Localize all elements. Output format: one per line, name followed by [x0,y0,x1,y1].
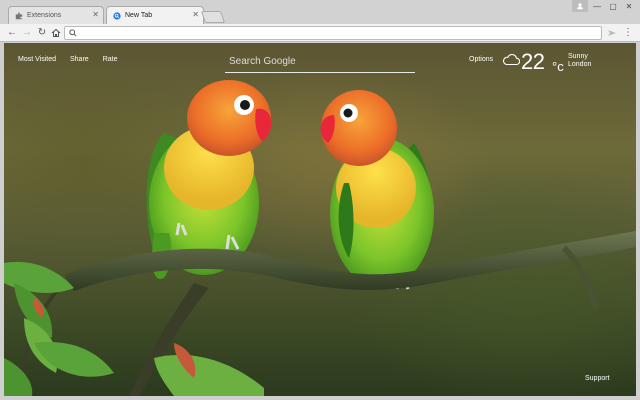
puzzle-icon [15,11,23,19]
reload-button[interactable]: ↻ [36,27,48,39]
search-logo-icon [113,11,121,20]
cloud-icon [503,54,520,66]
browser-window: Extensions ✕ New Tab ✕ — ▢ ✕ ← → ↻ ⋮ Mos… [0,0,640,400]
share-link[interactable]: Share [70,56,89,63]
top-nav: Most Visited Share Rate [18,56,117,63]
home-icon [51,28,61,37]
search-icon [69,29,77,39]
minimize-button[interactable]: — [589,0,605,12]
tab-label: New Tab [125,12,153,19]
right-bird [320,90,434,290]
search-box [225,51,415,73]
close-window-button[interactable]: ✕ [621,0,637,12]
menu-icon[interactable]: ⋮ [622,27,634,39]
weather-unit: °c [552,59,564,74]
tab-new-tab[interactable]: New Tab ✕ [106,6,204,24]
forward-button[interactable]: → [21,27,33,39]
weather-temperature: 22 [521,49,545,74]
most-visited-link[interactable]: Most Visited [18,56,56,63]
options-link[interactable]: Options [469,56,493,63]
tab-extensions[interactable]: Extensions ✕ [8,6,104,24]
home-button[interactable] [50,27,62,39]
extension-icon[interactable] [606,27,618,39]
back-button[interactable]: ← [6,27,18,39]
weather-city: London [568,61,592,68]
rate-link[interactable]: Rate [103,56,118,63]
close-icon[interactable]: ✕ [192,11,199,19]
support-link[interactable]: Support [585,375,610,382]
branch [20,231,636,396]
new-tab-button[interactable] [200,11,226,23]
close-icon[interactable]: ✕ [92,11,99,19]
address-bar[interactable] [64,26,602,40]
background-image-lovebirds [4,80,636,396]
leaves [4,261,264,396]
profile-icon[interactable] [572,0,588,12]
maximize-button[interactable]: ▢ [605,0,621,12]
search-input[interactable] [229,53,409,69]
new-tab-page: Most Visited Share Rate Options 22 °c Su… [4,43,636,396]
weather-condition: Sunny [568,53,588,60]
toolbar: ← → ↻ ⋮ [0,24,640,42]
tab-label: Extensions [27,12,62,19]
weather-widget[interactable]: 22 °c Sunny London [502,49,598,77]
tab-strip: Extensions ✕ New Tab ✕ — ▢ ✕ [0,0,640,24]
